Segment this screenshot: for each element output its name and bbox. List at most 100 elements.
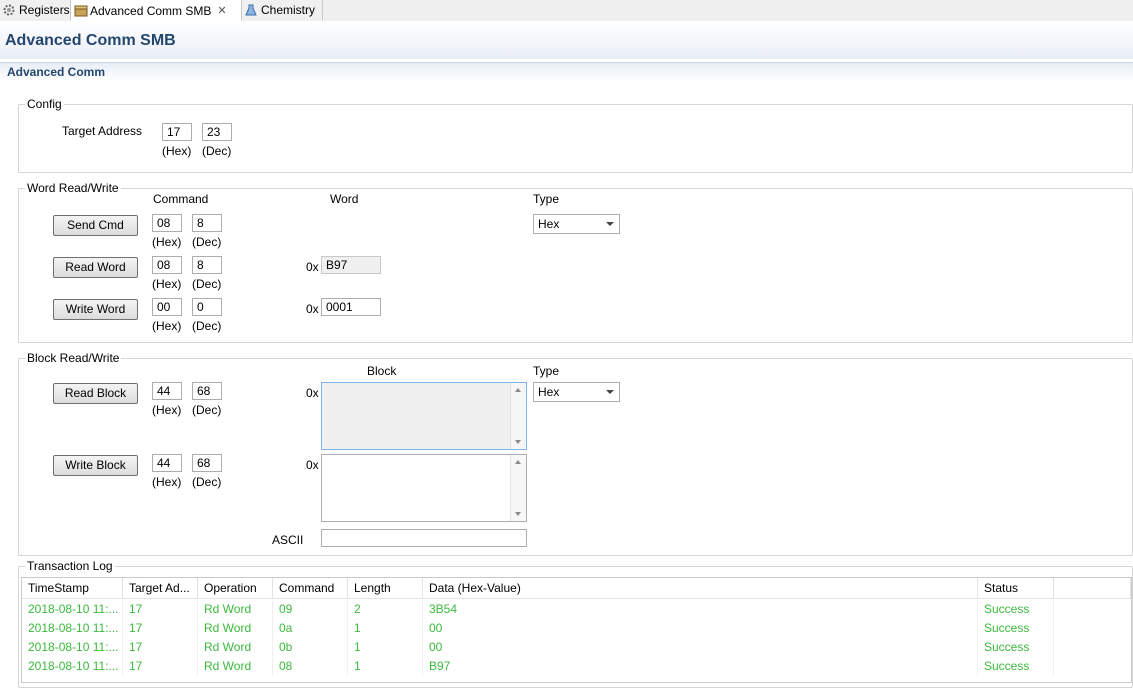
gear-icon	[3, 4, 15, 16]
table-cell: 09	[273, 600, 348, 619]
table-cell: 1	[348, 619, 423, 638]
package-icon	[74, 5, 88, 17]
read-word-hex-input[interactable]	[152, 256, 182, 274]
scroll-down-icon[interactable]	[515, 440, 521, 444]
send-cmd-dec-input[interactable]	[192, 214, 222, 232]
table-cell: B97	[423, 657, 978, 676]
target-address-label: Target Address	[62, 124, 143, 138]
write-word-dec-input[interactable]	[192, 298, 222, 316]
send-cmd-button[interactable]: Send Cmd	[53, 215, 138, 236]
column-header-length[interactable]: Length	[348, 578, 423, 599]
table-cell: 0a	[273, 619, 348, 638]
block-header: Block	[367, 364, 397, 378]
scrollbar[interactable]	[510, 383, 526, 449]
column-header-target-address[interactable]: Target Ad...	[123, 578, 198, 599]
target-address-dec-input[interactable]	[202, 123, 232, 141]
table-cell: Rd Word	[198, 638, 273, 657]
group-label: Word Read/Write	[25, 181, 121, 195]
tab-chemistry[interactable]: Chemistry	[242, 0, 323, 20]
scroll-up-icon[interactable]	[515, 460, 521, 464]
table-cell: 3B54	[423, 600, 978, 619]
table-cell: Rd Word	[198, 619, 273, 638]
column-header-timestamp[interactable]: TimeStamp	[22, 578, 123, 599]
table-cell: 17	[123, 600, 198, 619]
command-header: Command	[153, 192, 209, 206]
write-block-textarea[interactable]	[321, 454, 527, 522]
section-title: Advanced Comm	[7, 65, 106, 79]
tab-bar: Registers Advanced Comm SMB ✕ Chemistry	[0, 0, 1133, 22]
table-cell: 1	[348, 638, 423, 657]
table-cell: 2018-08-10 11:...	[22, 638, 123, 657]
table-cell: Success	[978, 657, 1054, 676]
column-header-operation[interactable]: Operation	[198, 578, 273, 599]
read-word-button[interactable]: Read Word	[53, 257, 138, 278]
hex-unit-label: (Hex)	[152, 319, 182, 333]
dec-unit-label: (Dec)	[192, 277, 222, 291]
hex-unit-label: (Hex)	[162, 144, 192, 158]
column-header-status[interactable]: Status	[978, 578, 1054, 599]
read-word-value-field[interactable]	[321, 256, 381, 274]
write-word-value-input[interactable]	[321, 298, 381, 316]
column-header-filler	[1054, 578, 1131, 599]
section-header	[0, 62, 1133, 82]
hex-prefix-label: 0x	[306, 458, 319, 472]
word-type-value: Hex	[538, 217, 560, 231]
write-word-button[interactable]: Write Word	[53, 299, 138, 320]
scrollbar[interactable]	[510, 455, 526, 521]
write-block-dec-input[interactable]	[192, 454, 222, 472]
hex-unit-label: (Hex)	[152, 475, 182, 489]
ascii-input[interactable]	[321, 529, 527, 547]
read-block-dec-input[interactable]	[192, 382, 222, 400]
ascii-label: ASCII	[272, 533, 304, 547]
dec-unit-label: (Dec)	[192, 403, 222, 417]
scroll-up-icon[interactable]	[515, 388, 521, 392]
table-cell: 2018-08-10 11:...	[22, 657, 123, 676]
scroll-down-icon[interactable]	[515, 512, 521, 516]
column-header-command[interactable]: Command	[273, 578, 348, 599]
write-block-button[interactable]: Write Block	[53, 455, 138, 476]
hex-unit-label: (Hex)	[152, 235, 182, 249]
word-type-select[interactable]: Hex	[533, 214, 620, 234]
type-header: Type	[533, 192, 560, 206]
word-header: Word	[330, 192, 359, 206]
table-cell: 17	[123, 619, 198, 638]
table-cell: 00	[423, 619, 978, 638]
table-cell: 1	[348, 657, 423, 676]
table-cell: 17	[123, 657, 198, 676]
table-cell: Success	[978, 638, 1054, 657]
table-cell: 17	[123, 638, 198, 657]
page-title: Advanced Comm SMB	[5, 32, 176, 49]
hex-unit-label: (Hex)	[152, 403, 182, 417]
table-cell: Success	[978, 600, 1054, 619]
read-block-hex-input[interactable]	[152, 382, 182, 400]
tab-advanced-comm-smb[interactable]: Advanced Comm SMB ✕	[71, 0, 242, 21]
hex-prefix-label: 0x	[306, 386, 319, 400]
table-cell: 00	[423, 638, 978, 657]
word-rw-group	[18, 188, 1133, 343]
dec-unit-label: (Dec)	[192, 235, 222, 249]
table-cell: Rd Word	[198, 657, 273, 676]
transaction-log-table[interactable]: TimeStamp Target Ad... Operation Command…	[21, 577, 1132, 683]
chevron-down-icon	[606, 222, 614, 226]
read-word-dec-input[interactable]	[192, 256, 222, 274]
write-word-hex-input[interactable]	[152, 298, 182, 316]
dec-unit-label: (Dec)	[202, 144, 232, 158]
read-block-textarea[interactable]	[321, 382, 527, 450]
tab-registers[interactable]: Registers	[0, 0, 71, 20]
group-label: Block Read/Write	[25, 351, 122, 365]
dec-unit-label: (Dec)	[192, 475, 222, 489]
read-block-button[interactable]: Read Block	[53, 383, 138, 404]
column-header-data[interactable]: Data (Hex-Value)	[423, 578, 978, 599]
table-cell: Success	[978, 619, 1054, 638]
hex-prefix-label: 0x	[306, 260, 319, 274]
send-cmd-hex-input[interactable]	[152, 214, 182, 232]
target-address-hex-input[interactable]	[162, 123, 192, 141]
dec-unit-label: (Dec)	[192, 319, 222, 333]
close-icon[interactable]: ✕	[217, 4, 226, 17]
table-cell: 2018-08-10 11:...	[22, 600, 123, 619]
tab-label: Registers	[19, 3, 70, 17]
block-type-value: Hex	[538, 385, 560, 399]
write-block-hex-input[interactable]	[152, 454, 182, 472]
table-cell: 2018-08-10 11:...	[22, 619, 123, 638]
block-type-select[interactable]: Hex	[533, 382, 620, 402]
